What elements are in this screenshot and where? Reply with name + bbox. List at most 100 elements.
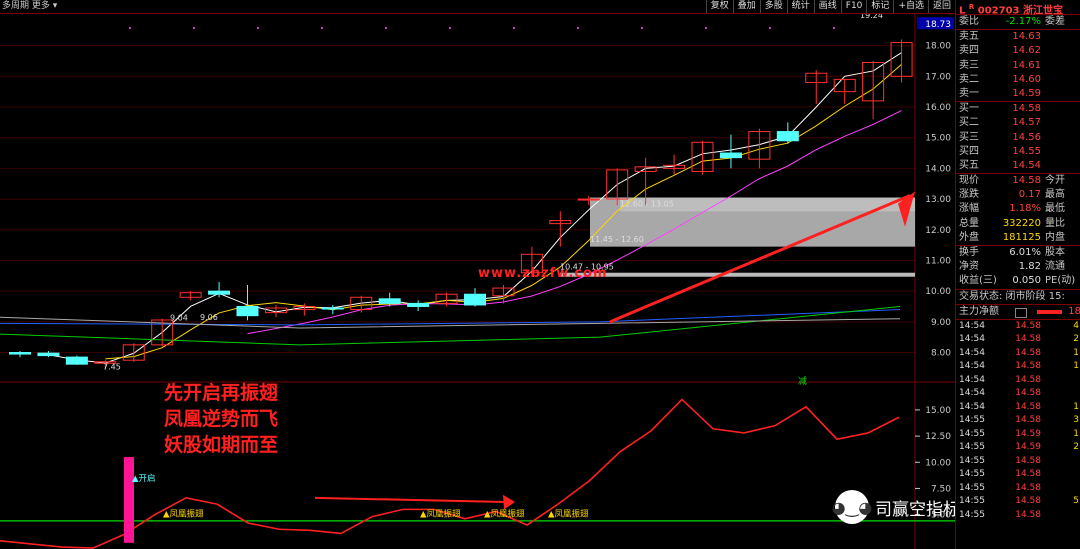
- tick-p: 14.58: [1015, 320, 1041, 331]
- tick-row: 14:54 14.58 1: [956, 347, 1080, 361]
- bid-row: 买五 14.54: [956, 159, 1080, 173]
- toolbar-button[interactable]: +自选: [893, 0, 928, 13]
- chart-toolbar: 多周期 更多 ▾ 复权 叠加 多股 统计 画线 F10 标记 +自选 返回: [0, 0, 955, 14]
- quote-row: 换手 6.01% 股本: [956, 246, 1080, 260]
- tick-p: 14.58: [1015, 334, 1041, 345]
- candle-body: [37, 352, 60, 357]
- row-value: 1.82: [1018, 261, 1041, 273]
- tick-v: [1041, 468, 1079, 482]
- tick-row: 14:54 14.58 2: [956, 333, 1080, 347]
- toolbar-button[interactable]: 多股: [759, 0, 787, 13]
- tick-row: 14:55 14.58: [956, 482, 1080, 496]
- tick-p: 14.58: [1015, 496, 1041, 507]
- tick-p: 14.58: [1015, 347, 1041, 358]
- signal-label: ▲凤凰振翅: [420, 509, 461, 520]
- bid-row: 买四 14.55: [956, 145, 1080, 159]
- row-ext: 流通: [1045, 261, 1065, 273]
- toolbar-button[interactable]: 统计: [786, 0, 814, 13]
- price-tick-label: 8.00: [931, 349, 951, 359]
- row-value: 14.56: [1012, 131, 1041, 143]
- marker-dot: [192, 26, 196, 30]
- price-label: 9.06: [200, 313, 218, 322]
- toolbar-button[interactable]: 复权: [705, 0, 733, 13]
- tick-row: 14:55 14.58: [956, 468, 1080, 482]
- row-label: 卖三: [959, 59, 979, 71]
- stock-header: L R 002703 浙江世宝: [956, 0, 1080, 16]
- row-value: 14.58: [1012, 103, 1041, 115]
- price-label: 19.24: [860, 14, 883, 20]
- row-label: 现价: [959, 175, 979, 187]
- price-tick-label: 16.00: [925, 103, 951, 113]
- tick-p: 14.58: [1015, 401, 1041, 412]
- price-label: 7.45: [103, 362, 121, 371]
- tick-t: 14:54: [959, 347, 985, 358]
- toolbar-button[interactable]: 标记: [866, 0, 893, 13]
- ask-row: 卖一 14.59: [956, 87, 1080, 101]
- more-menu[interactable]: 更多 ▾: [32, 1, 57, 11]
- row-label: 外盘: [959, 231, 979, 243]
- candle-body: [208, 290, 231, 295]
- row-value: 14.57: [1012, 117, 1041, 129]
- tick-v: [1041, 509, 1079, 523]
- moving-average-line: [0, 309, 901, 326]
- tick-v: [1041, 374, 1079, 388]
- row-ext: 最高: [1045, 189, 1065, 201]
- row-label: 买五: [959, 159, 979, 171]
- chevron-down-icon: ▾: [52, 1, 58, 11]
- candle-body: [719, 152, 742, 159]
- row-ext: 内盘: [1045, 231, 1065, 243]
- bid-row: 买一 14.58: [956, 102, 1080, 116]
- row-label: 净资: [959, 261, 979, 273]
- row-label: 涨幅: [959, 203, 979, 215]
- marker-dot: [512, 26, 516, 30]
- toolbar-buttons: 复权 叠加 多股 统计 画线 F10 标记 +自选 返回: [705, 0, 955, 13]
- candle-body: [577, 198, 600, 201]
- bid-row: 买二 14.57: [956, 116, 1080, 130]
- tick-p: 14.59: [1015, 442, 1041, 453]
- main-flow-row: 主力净额 18: [956, 303, 1080, 319]
- tick-t: 14:55: [959, 496, 985, 507]
- marker-dot: [768, 26, 772, 30]
- tick-row: 14:55 14.58: [956, 509, 1080, 523]
- marker-dot: [448, 26, 452, 30]
- row-label: 换手: [959, 247, 979, 258]
- wechat-icon: ◕‿◕: [832, 490, 872, 524]
- price-tick-label: 10.00: [925, 287, 951, 297]
- row-value: 14.63: [1012, 31, 1041, 43]
- row-label: 买二: [959, 117, 979, 129]
- tick-t: 14:54: [959, 334, 985, 345]
- marker-dot: [640, 26, 644, 30]
- tick-v: [1041, 482, 1079, 496]
- multi-period-tab[interactable]: 多周期: [2, 1, 29, 11]
- tick-p: 14.58: [1015, 482, 1041, 493]
- tick-list: 14:54 14.58 4 14:54 14.58 2 14:54 14.58 1 14:54 14…: [956, 318, 1080, 523]
- toolbar-button[interactable]: F10: [840, 0, 867, 13]
- price-label: 12.60 - 13.05: [620, 200, 674, 209]
- ratio-row: 委比 -2.17% 委差: [956, 14, 1080, 29]
- indicator-tick-label: 15.00: [925, 406, 951, 416]
- tick-p: 14.58: [1015, 374, 1041, 385]
- toolbar-button[interactable]: 叠加: [732, 0, 760, 13]
- grid-icon[interactable]: [1015, 307, 1028, 318]
- tick-v: 3: [1073, 415, 1079, 426]
- tick-row: 14:54 14.58 1: [956, 360, 1080, 374]
- annotation-line: 凤凰逆势而飞: [164, 408, 279, 430]
- price-tick-label: 15.00: [925, 134, 951, 144]
- tick-row: 14:55 14.59 1: [956, 428, 1080, 442]
- quote-row: 现价 14.58 今开: [956, 174, 1080, 188]
- tick-p: 14.58: [1015, 361, 1041, 372]
- row-label: 卖一: [959, 87, 979, 99]
- marker-dot: [704, 26, 708, 30]
- tick-t: 14:55: [959, 428, 985, 439]
- current-price-label: 18.73: [925, 20, 951, 30]
- toolbar-button[interactable]: 返回: [927, 0, 955, 13]
- signal-label: ▲开启: [132, 473, 156, 484]
- ask-row: 卖二 14.60: [956, 73, 1080, 87]
- annotation-line: 妖股如期而至: [164, 434, 279, 456]
- quote-list: 现价 14.58 今开 涨跌 0.17 最高 涨幅 1.18% 最低 总量 332220 量比 外盘 18…: [956, 173, 1080, 245]
- support-zone: [560, 272, 915, 277]
- toolbar-button[interactable]: 画线: [813, 0, 841, 13]
- tick-v: 2: [1073, 334, 1079, 345]
- tick-t: 14:55: [959, 469, 985, 480]
- tick-v: 1: [1073, 401, 1079, 412]
